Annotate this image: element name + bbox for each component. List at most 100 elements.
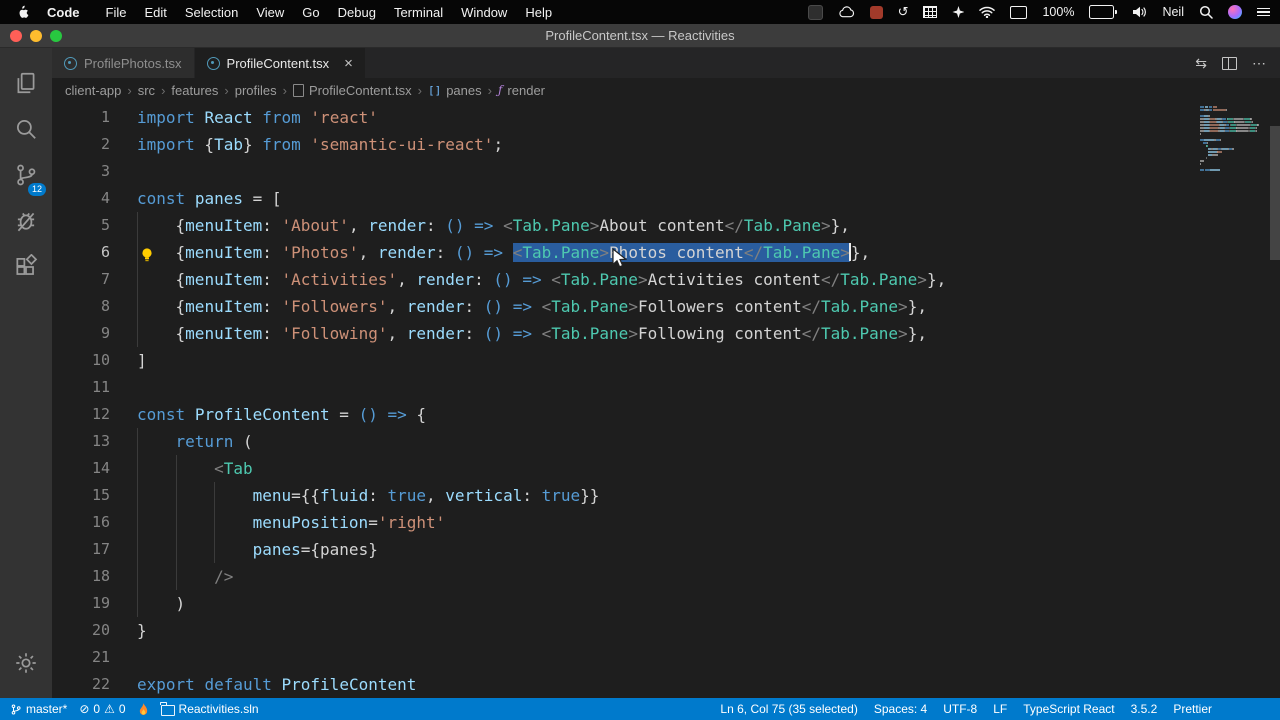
menubar-item-help[interactable]: Help — [516, 5, 561, 20]
breadcrumb-item-panes[interactable]: [] panes — [428, 83, 482, 98]
breadcrumb-item-features[interactable]: features — [171, 83, 218, 98]
control-center-icon[interactable] — [1257, 7, 1270, 17]
code-line-content[interactable]: ) — [137, 590, 1280, 617]
code-token: Followers content — [637, 297, 802, 316]
settings-gear-icon[interactable] — [2, 640, 50, 686]
editor-scrollbar[interactable] — [1270, 126, 1280, 260]
solution-status[interactable]: Reactivities.sln — [160, 701, 259, 716]
minimap-line — [1200, 133, 1264, 135]
indent-guide — [214, 482, 216, 509]
debug-icon[interactable] — [2, 198, 50, 244]
breadcrumb-item-profiles[interactable]: profiles — [235, 83, 277, 98]
close-tab-icon[interactable]: × — [344, 56, 353, 71]
menubar-item-debug[interactable]: Debug — [329, 5, 385, 20]
flame-icon[interactable] — [138, 702, 149, 716]
more-actions-icon[interactable]: ⋯ — [1252, 55, 1266, 72]
minimap-line — [1200, 142, 1264, 144]
code-line-content[interactable] — [137, 158, 1280, 185]
siri-icon[interactable] — [1228, 5, 1242, 19]
breadcrumb-label: panes — [446, 82, 482, 98]
open-changes-icon[interactable]: ⇆ — [1195, 55, 1207, 72]
status-ln-6-col-75-35-selected-[interactable]: Ln 6, Col 75 (35 selected) — [720, 702, 857, 716]
search-icon[interactable] — [2, 106, 50, 152]
problems-status[interactable]: ⊘ 0 ⚠ 0 — [79, 702, 125, 716]
user-menu[interactable]: Neil — [1162, 5, 1184, 19]
status-prettier[interactable]: Prettier — [1173, 702, 1212, 716]
close-window-button[interactable] — [10, 29, 22, 42]
code-line-content[interactable]: {menuItem: 'About', render: () => <Tab.P… — [137, 212, 1280, 239]
menubar-item-edit[interactable]: Edit — [135, 5, 175, 20]
split-editor-icon[interactable] — [1222, 56, 1237, 70]
code-line-content[interactable]: <Tab — [137, 455, 1280, 482]
code-line-content[interactable]: {menuItem: 'Following', render: () => <T… — [137, 320, 1280, 347]
minimize-window-button[interactable] — [30, 29, 42, 42]
menubar-app-name[interactable]: Code — [39, 5, 88, 20]
line-number: 1 — [100, 108, 110, 126]
keyboard-grid-icon[interactable] — [923, 6, 938, 18]
time-machine-icon[interactable]: ↺ — [898, 6, 909, 19]
editor-tab-profilephotos-tsx[interactable]: ProfilePhotos.tsx — [52, 48, 195, 78]
code-line-content[interactable]: {menuItem: 'Activities', render: () => <… — [137, 266, 1280, 293]
code-editor[interactable]: 1 import React from 'react' 2 import {Tab} … — [52, 102, 1280, 698]
indent-guide — [214, 536, 216, 563]
code-line-content[interactable]: panes={panes} — [137, 536, 1280, 563]
code-line-content[interactable] — [137, 374, 1280, 401]
line-number: 8 — [100, 297, 110, 315]
zoom-window-button[interactable] — [50, 29, 62, 42]
macos-menubar: Code File Edit Selection View Go Debug Termina… — [0, 0, 1280, 24]
volume-icon[interactable] — [1132, 6, 1147, 18]
menubar-item-selection[interactable]: Selection — [176, 5, 247, 20]
code-line-content[interactable]: const panes = [ — [137, 185, 1280, 212]
display-icon[interactable] — [1010, 5, 1028, 19]
tools-icon[interactable] — [807, 4, 823, 20]
code-line-content[interactable]: {menuItem: 'Photos', render: () => <Tab.… — [137, 239, 1280, 266]
git-branch-status[interactable]: master* — [10, 702, 67, 716]
breadcrumb-item-src[interactable]: src — [138, 83, 155, 98]
screen-record-icon[interactable] — [869, 5, 883, 19]
battery-icon[interactable] — [1089, 5, 1118, 19]
breadcrumb-item-render[interactable]: ƒ render — [498, 83, 545, 98]
menubar-item-go[interactable]: Go — [293, 5, 328, 20]
code-token: </ — [724, 216, 744, 235]
apple-menu-icon[interactable] — [16, 4, 31, 21]
spotlight-icon[interactable] — [1199, 5, 1213, 19]
indent-guide — [137, 482, 138, 509]
code-line-content[interactable]: return ( — [137, 428, 1280, 455]
wifi-icon[interactable] — [979, 6, 996, 18]
menubar-item-window[interactable]: Window — [452, 5, 516, 20]
source-control-icon[interactable]: 12 — [2, 152, 50, 198]
menubar-item-view[interactable]: View — [247, 5, 293, 20]
breadcrumb-item-profilecontent-tsx[interactable]: ProfileContent.tsx — [293, 83, 412, 98]
code-line-content[interactable]: import React from 'react' — [137, 104, 1280, 131]
code-line-content[interactable]: /> — [137, 563, 1280, 590]
code-line-content[interactable]: } — [137, 617, 1280, 644]
window-titlebar[interactable]: ProfileContent.tsx — Reactivities — [0, 24, 1280, 48]
line-number: 4 — [100, 189, 110, 207]
explorer-icon[interactable] — [2, 60, 50, 106]
status-typescript-react[interactable]: TypeScript React — [1023, 702, 1114, 716]
cloud-icon[interactable] — [838, 6, 855, 18]
code-line-content[interactable]: const ProfileContent = () => { — [137, 401, 1280, 428]
editor-tab-profilecontent-tsx[interactable]: ProfileContent.tsx × — [194, 48, 366, 78]
code-line-content[interactable]: export default ProfileContent — [137, 671, 1280, 698]
status-utf-8[interactable]: UTF-8 — [943, 702, 977, 716]
code-token: Tab.Pane — [512, 216, 590, 235]
code-line-content[interactable]: menuPosition='right' — [137, 509, 1280, 536]
code-line: 19 ) — [52, 590, 1280, 617]
code-line-content[interactable]: ] — [137, 347, 1280, 374]
code-line-content[interactable]: menu={{fluid: true, vertical: true}} — [137, 482, 1280, 509]
breadcrumb-item-client-app[interactable]: client-app — [65, 83, 121, 98]
minimap[interactable] — [1200, 106, 1264, 172]
extensions-icon[interactable] — [2, 244, 50, 290]
code-token: ={ — [300, 540, 321, 559]
sparkle-icon[interactable] — [952, 6, 965, 18]
code-line-content[interactable]: {menuItem: 'Followers', render: () => <T… — [137, 293, 1280, 320]
code-line-content[interactable] — [137, 644, 1280, 671]
menubar-item-file[interactable]: File — [97, 5, 136, 20]
status-lf[interactable]: LF — [993, 702, 1007, 716]
status-spaces-4[interactable]: Spaces: 4 — [874, 702, 927, 716]
status-3-5-2[interactable]: 3.5.2 — [1131, 702, 1158, 716]
code-line-content[interactable]: import {Tab} from 'semantic-ui-react'; — [137, 131, 1280, 158]
menubar-item-terminal[interactable]: Terminal — [385, 5, 452, 20]
